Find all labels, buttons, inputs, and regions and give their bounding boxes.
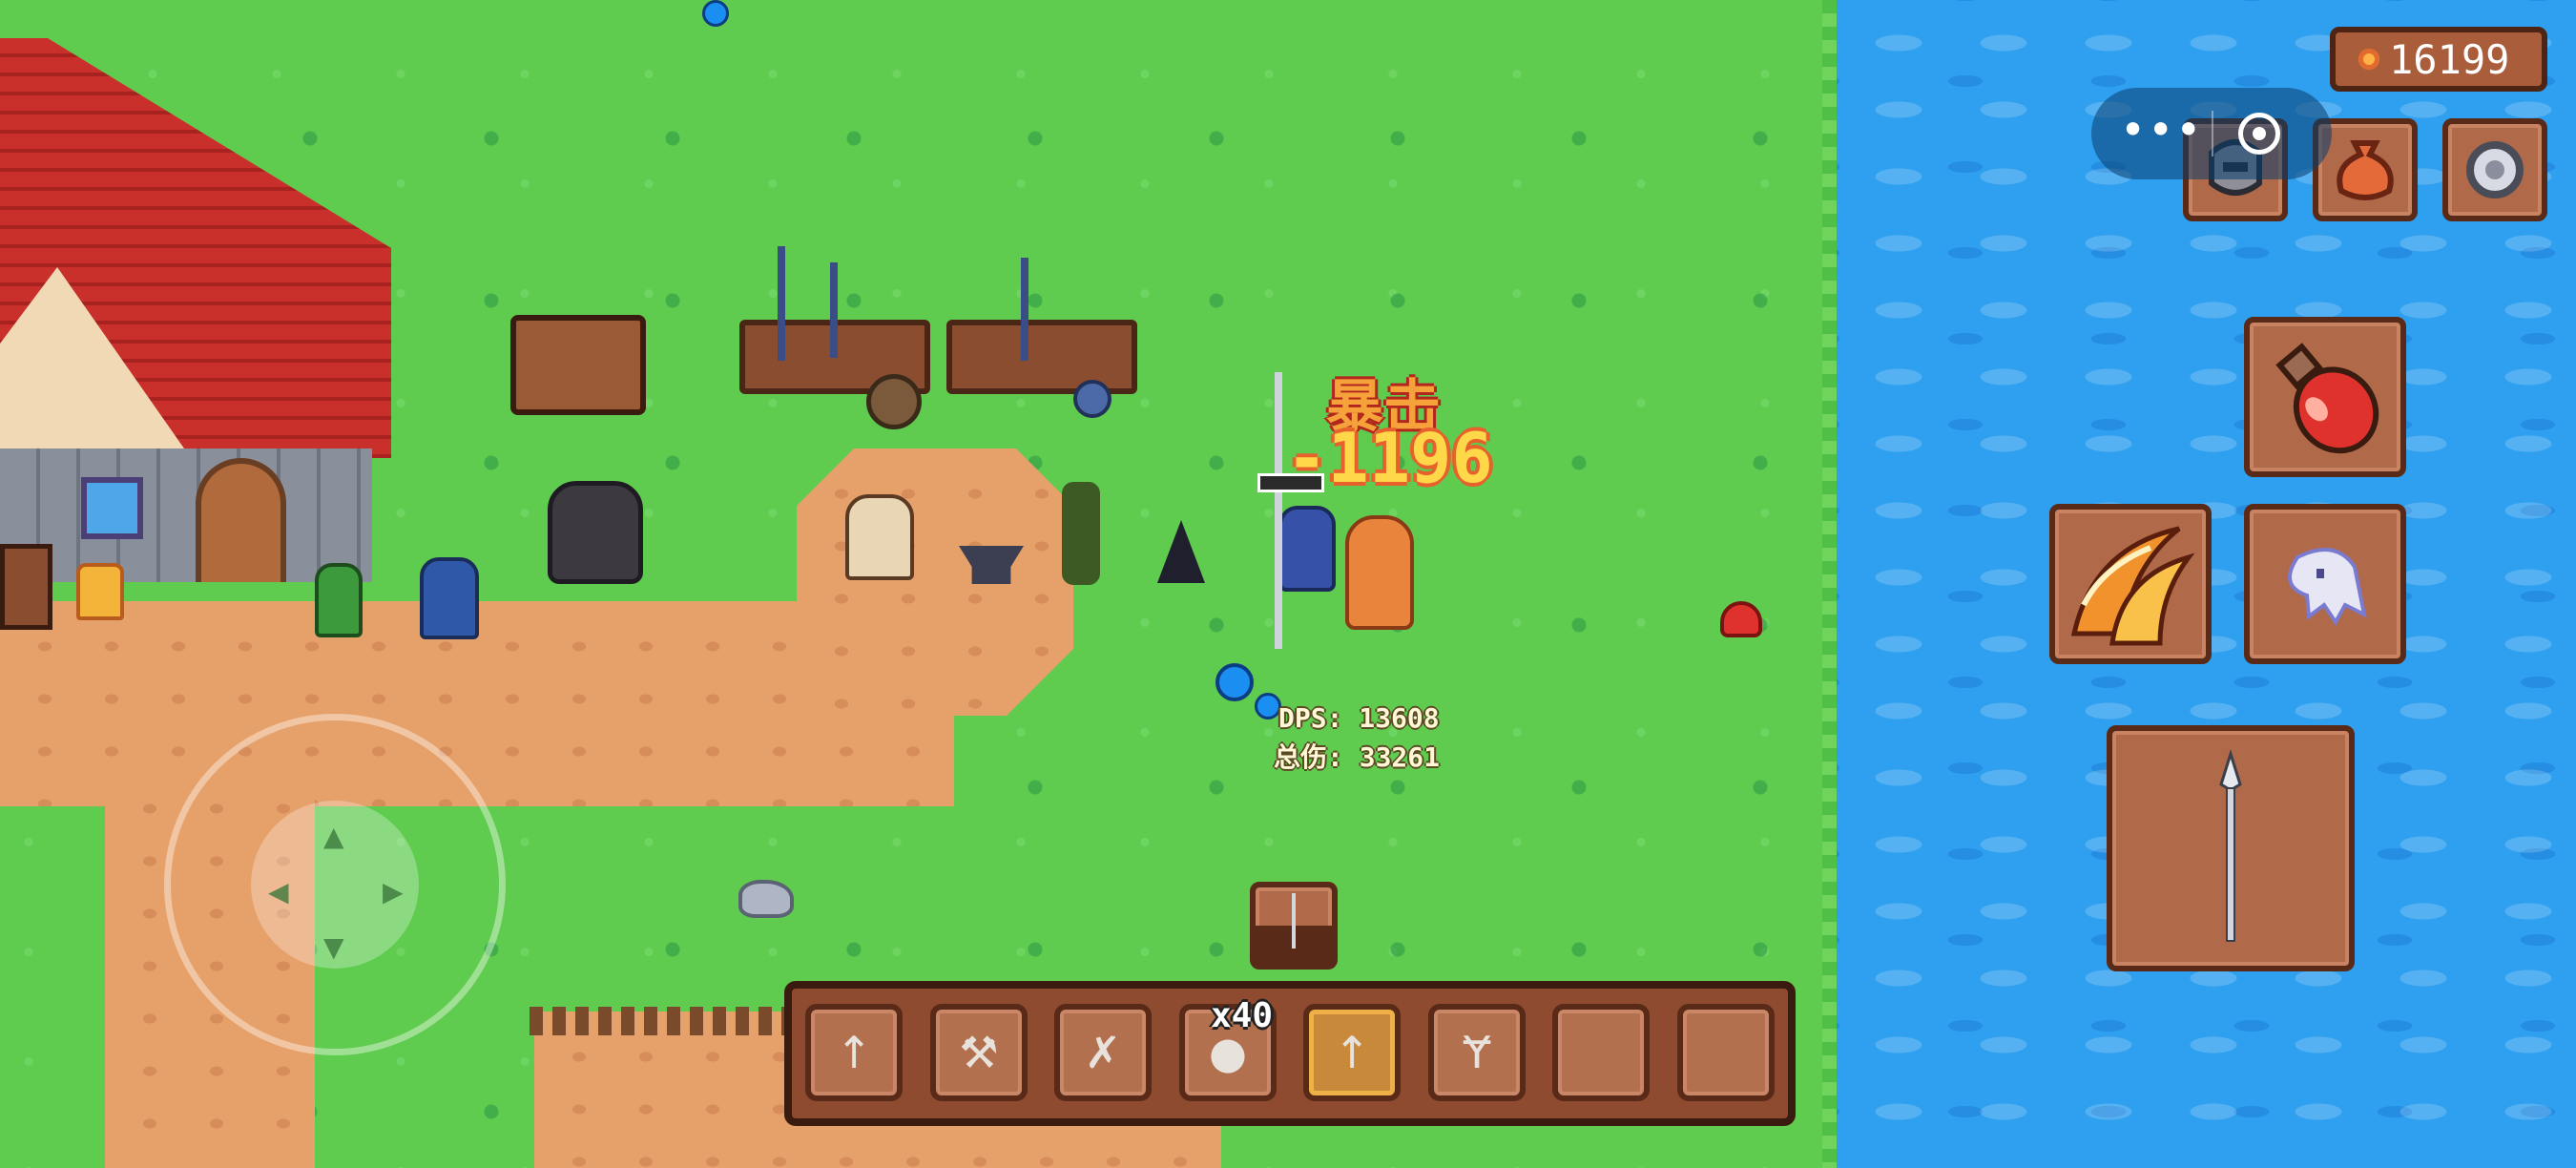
hotbar-slot[interactable]: ⚒ xyxy=(930,1004,1028,1101)
fire-slash-icon xyxy=(2070,526,2195,646)
arrow-right-icon: ▶ xyxy=(383,876,404,907)
workbench-prop xyxy=(510,315,646,415)
equipped-weapon-slot[interactable] xyxy=(2107,725,2355,971)
elf-npc xyxy=(315,563,363,637)
red-mushroom xyxy=(1720,601,1762,637)
item-count-badge: x40 xyxy=(1210,996,1273,1035)
arrow-up-icon: ▲ xyxy=(323,821,344,852)
dps-readout: DPS: 13608 xyxy=(1278,702,1440,734)
coin-value: 16199 xyxy=(2389,35,2510,83)
trophy-prop xyxy=(76,563,124,620)
health-potion-icon xyxy=(2275,343,2379,454)
crossbow-icon: ✗ xyxy=(1084,1027,1122,1078)
shield-prop xyxy=(1073,380,1111,418)
settings-gear-icon xyxy=(2466,141,2524,198)
spear-icon: ↑ xyxy=(835,1027,873,1078)
arrow-left-icon: ◀ xyxy=(268,876,289,907)
blacksmith-npc xyxy=(845,494,914,580)
potion-skill-button[interactable] xyxy=(2244,317,2406,477)
rack-spear xyxy=(830,262,838,358)
training-dummy xyxy=(1345,515,1414,630)
rock xyxy=(738,880,794,918)
coin-counter: 16199 xyxy=(2330,27,2547,92)
spear-icon xyxy=(1256,893,1332,964)
capsule-divider xyxy=(2212,111,2213,156)
hotbar-slot[interactable]: ● x40 xyxy=(1179,996,1277,1101)
villager-npc xyxy=(420,557,479,639)
close-capsule-button[interactable] xyxy=(2238,113,2280,155)
coin-icon xyxy=(2358,49,2379,70)
mini-program-capsule: ••• xyxy=(2091,88,2332,179)
rack-spear xyxy=(1021,258,1028,361)
spear-icon xyxy=(2219,748,2242,942)
dash-ghost-icon xyxy=(2288,548,2367,626)
hotbar-slot[interactable]: Ɏ xyxy=(1428,1004,1526,1101)
fire-slash-skill-button[interactable] xyxy=(2049,504,2212,664)
house-door xyxy=(196,458,286,582)
round-shield-prop xyxy=(866,374,922,429)
quick-weapon-slot[interactable] xyxy=(1250,882,1338,970)
more-menu-button[interactable]: ••• xyxy=(2120,107,2201,160)
house-wall xyxy=(0,448,372,582)
hotbar-slot[interactable]: ✗ xyxy=(1054,1004,1152,1101)
game-scene: 暴击 -1196 DPS: 13608 总伤: 33261 ▲ ▼ ◀ ▶ 16… xyxy=(0,0,2576,1168)
dash-skill-button[interactable] xyxy=(2244,504,2406,664)
arrow-down-icon: ▼ xyxy=(323,931,344,963)
weapon-rack xyxy=(946,320,1137,394)
settings-button[interactable] xyxy=(2442,118,2547,221)
loot-bag-icon xyxy=(2337,140,2394,200)
rack-spear xyxy=(778,246,785,361)
axe-icon: ⚒ xyxy=(959,1027,999,1078)
hotbar-slot[interactable] xyxy=(1677,1004,1775,1101)
slingshot-icon: Ɏ xyxy=(1463,1027,1491,1078)
scarecrow-npc xyxy=(1062,482,1100,585)
dirt-path xyxy=(797,448,1073,716)
damage-number: -1196 xyxy=(1286,418,1493,498)
blue-orb xyxy=(1255,693,1281,720)
fence xyxy=(530,1007,792,1035)
meat-icon: ● xyxy=(1208,1027,1248,1078)
hotbar-slot[interactable]: ↑ xyxy=(805,1004,903,1101)
spear-icon: ↑ xyxy=(1333,1027,1371,1078)
total-damage-readout: 总伤: 33261 xyxy=(1274,741,1441,773)
furnace-prop xyxy=(548,481,643,584)
player-spear xyxy=(1275,372,1282,649)
hotbar-slot[interactable] xyxy=(1552,1004,1650,1101)
virtual-joystick[interactable]: ▲ ▼ ◀ ▶ xyxy=(164,714,506,1055)
cart-prop xyxy=(0,544,52,630)
house-window xyxy=(81,477,143,539)
blue-orb xyxy=(1215,663,1254,701)
blue-orb xyxy=(702,0,729,27)
hotbar-slot[interactable]: ↑ xyxy=(1303,1004,1401,1101)
player-character xyxy=(1278,506,1336,592)
